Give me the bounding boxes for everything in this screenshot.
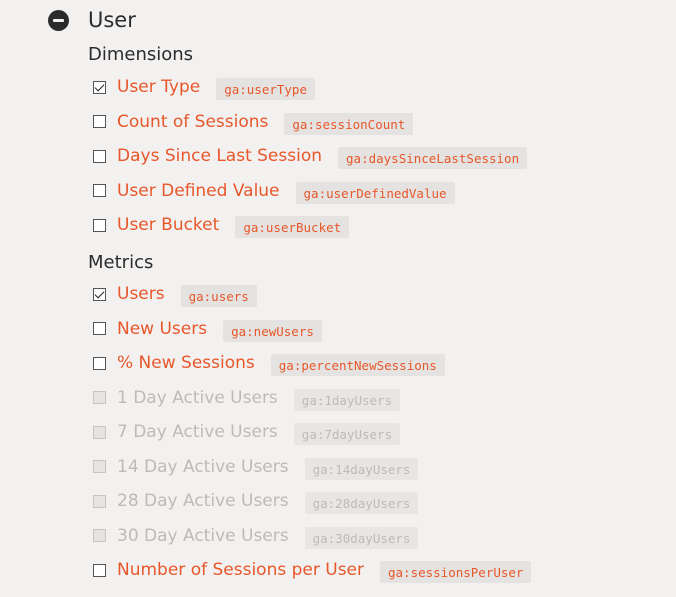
checkbox[interactable]	[93, 184, 106, 197]
api-name-badge: ga:sessionCount	[284, 112, 414, 135]
item-label: 7 Day Active Users	[117, 422, 278, 442]
checkbox[interactable]	[93, 356, 106, 370]
dimensions-heading: Dimensions	[88, 44, 194, 65]
checkbox[interactable]	[93, 115, 106, 128]
item-label[interactable]: User Type	[117, 76, 200, 98]
api-name-badge: ga:userType	[216, 78, 315, 100]
metrics-heading: Metrics	[88, 252, 154, 273]
api-name-badge: ga:userBucket	[235, 216, 350, 238]
item-label[interactable]: Users	[117, 283, 165, 305]
item-label: 28 Day Active Users	[117, 491, 289, 511]
dimensions-item[interactable]: User Bucket ga:userBucket	[93, 212, 350, 238]
checkbox[interactable]	[93, 322, 106, 335]
api-name-badge: ga:daysSinceLastSession	[338, 147, 528, 169]
checkbox[interactable]	[93, 149, 106, 163]
item-label[interactable]: % New Sessions	[117, 352, 255, 374]
metrics-item[interactable]: % New Sessions ga:percentNewSessions	[93, 350, 445, 376]
metrics-item: 7 Day Active Users ga:7dayUsers	[93, 419, 401, 445]
api-name-badge: ga:users	[180, 285, 257, 307]
dimensions-item[interactable]: User Defined Value ga:userDefinedValue	[93, 178, 455, 204]
api-name-badge: ga:14dayUsers	[304, 457, 419, 480]
item-label: 14 Day Active Users	[117, 456, 289, 477]
api-name-badge: ga:28dayUsers	[304, 492, 419, 514]
dimensions-item[interactable]: User Type ga:userType	[93, 74, 315, 100]
api-name-badge: ga:sessionsPerUser	[380, 561, 532, 583]
metrics-item: 28 Day Active Users ga:28dayUsers	[93, 488, 419, 514]
api-name-badge: ga:percentNewSessions	[270, 354, 445, 376]
metrics-item[interactable]: Users ga:users	[93, 281, 257, 307]
dimensions-item[interactable]: Days Since Last Session ga:daysSinceLastS…	[93, 143, 528, 169]
dimensions-item[interactable]: Count of Sessions ga:sessionCount	[93, 109, 414, 135]
checkbox-checked[interactable]	[93, 80, 106, 94]
checkbox	[93, 425, 106, 439]
checkbox[interactable]	[93, 218, 106, 232]
metrics-item: 1 Day Active Users ga:1dayUsers	[93, 385, 401, 411]
api-name-badge: ga:30dayUsers	[304, 526, 419, 549]
api-name-badge: ga:1dayUsers	[293, 388, 401, 411]
item-label: 30 Day Active Users	[117, 525, 289, 546]
item-label[interactable]: New Users	[117, 318, 207, 340]
metrics-item[interactable]: New Users ga:newUsers	[93, 316, 322, 342]
item-label[interactable]: Number of Sessions per User	[117, 559, 364, 581]
section-title-user: User	[88, 8, 136, 32]
item-label[interactable]: User Defined Value	[117, 180, 280, 202]
checkbox	[93, 460, 106, 473]
item-label[interactable]: User Bucket	[117, 214, 219, 236]
api-name-badge: ga:7dayUsers	[293, 423, 401, 445]
metrics-item: 30 Day Active Users ga:30dayUsers	[93, 523, 419, 549]
metrics-item[interactable]: Number of Sessions per User ga:sessionsPe…	[93, 557, 532, 583]
user-section-header: User	[48, 6, 136, 34]
checkbox	[93, 529, 106, 542]
metrics-item: 14 Day Active Users ga:14dayUsers	[93, 454, 419, 480]
api-name-badge: ga:userDefinedValue	[295, 181, 455, 204]
item-label: 1 Day Active Users	[117, 387, 278, 408]
checkbox	[93, 494, 106, 508]
checkbox	[93, 391, 106, 404]
minus-circle-icon[interactable]	[48, 9, 69, 31]
checkbox[interactable]	[93, 563, 106, 577]
item-label[interactable]: Count of Sessions	[117, 111, 268, 133]
item-label[interactable]: Days Since Last Session	[117, 145, 322, 167]
checkbox-checked[interactable]	[93, 287, 106, 301]
api-name-badge: ga:newUsers	[223, 319, 322, 342]
